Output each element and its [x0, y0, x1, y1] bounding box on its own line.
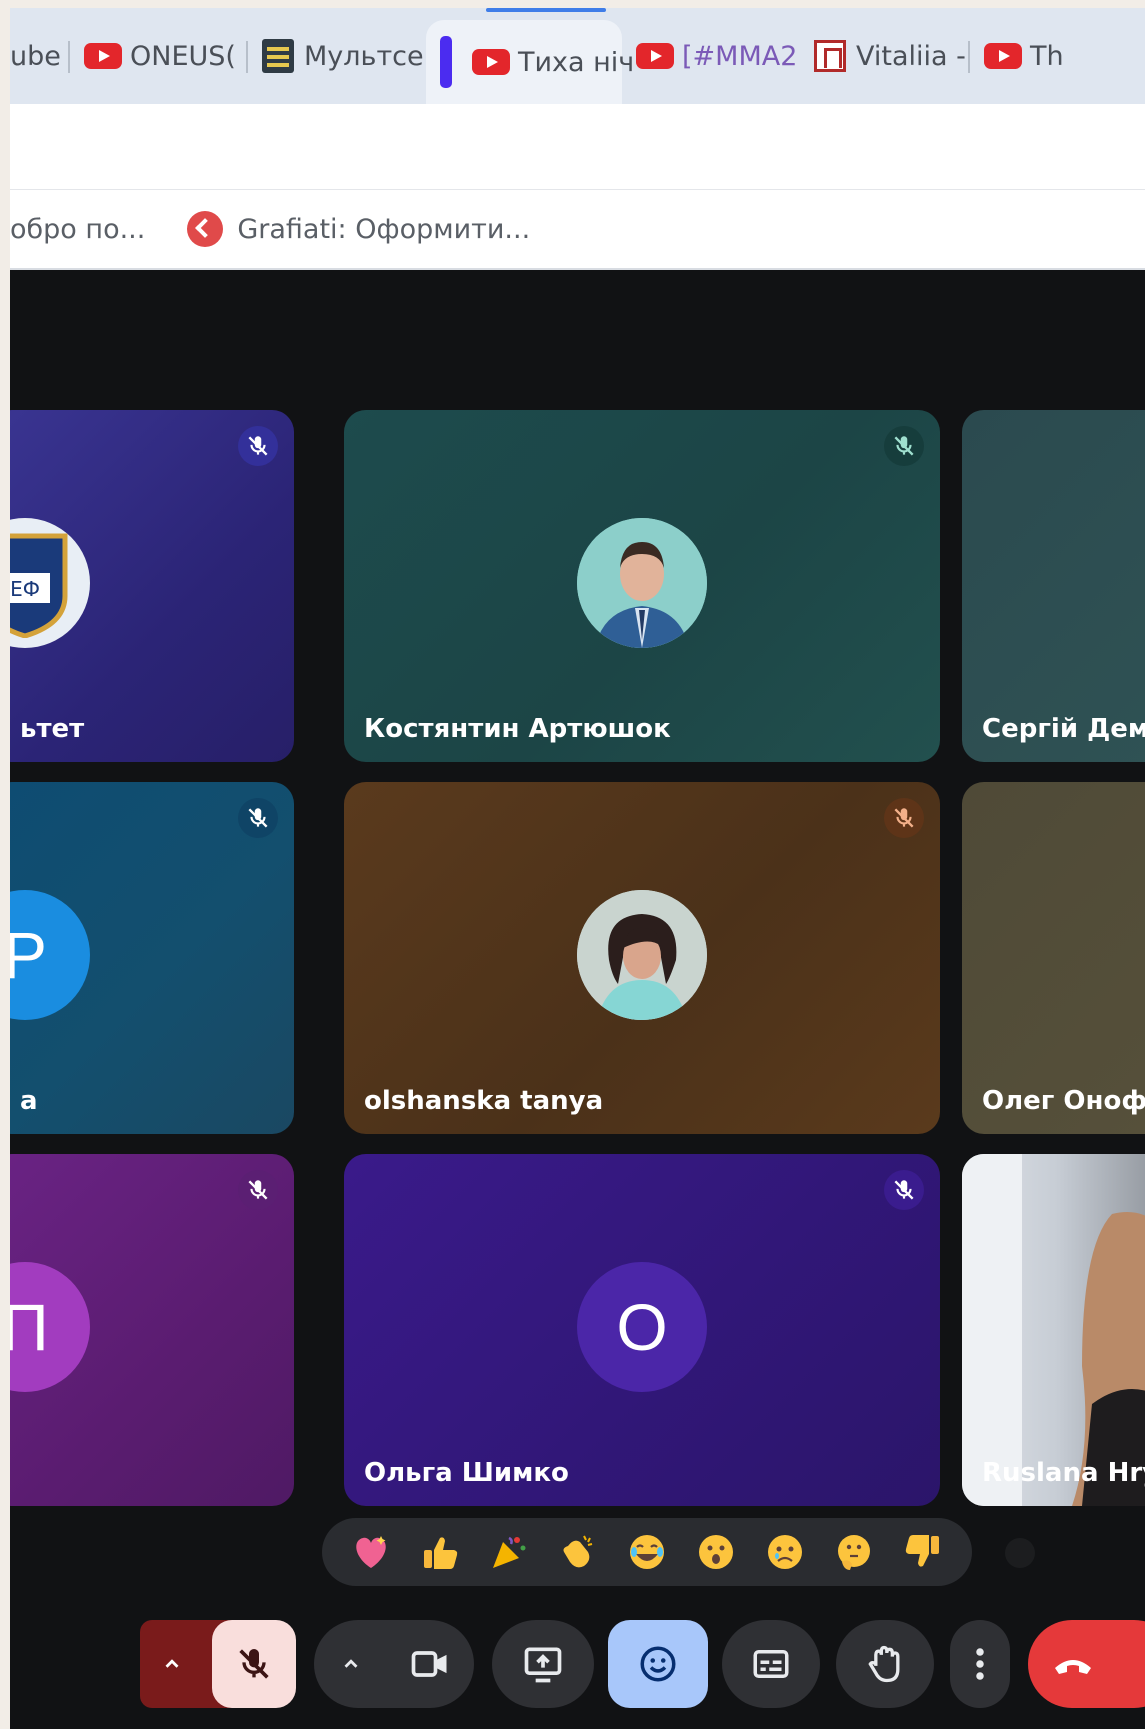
- bookmark-grafiati[interactable]: Grafiati: Оформити...: [145, 211, 530, 247]
- participant-tile[interactable]: Костянтин Артюшок: [344, 410, 940, 762]
- raise-hand-icon: [868, 1645, 900, 1683]
- mic-off-icon: [884, 1170, 924, 1210]
- thinking-face-icon[interactable]: [831, 1529, 877, 1575]
- youtube-icon: [472, 49, 510, 75]
- present-screen-icon: [524, 1647, 562, 1683]
- participant-name: Ruslana Hry: [982, 1458, 1145, 1488]
- participant-name: а: [20, 1086, 38, 1116]
- participant-tile[interactable]: П: [10, 1154, 294, 1506]
- address-bar-area[interactable]: [10, 104, 1145, 190]
- smiley-icon: [640, 1646, 676, 1682]
- participant-name: Олег Онофр: [982, 1086, 1145, 1116]
- tab-label: Vitaliia -: [856, 40, 966, 72]
- participant-tile[interactable]: Олег Онофр: [962, 782, 1145, 1134]
- more-vertical-icon: [976, 1648, 984, 1680]
- tab-label: Th: [1030, 40, 1064, 72]
- audio-options-chevron[interactable]: [140, 1620, 204, 1708]
- chevron-up-icon: [344, 1659, 358, 1668]
- bookmark-label: Grafiati: Оформити...: [237, 213, 531, 245]
- leave-call-button[interactable]: [1028, 1620, 1145, 1708]
- participant-letter-avatar: Р: [10, 890, 90, 1020]
- tab-youtube-partial[interactable]: ube: [10, 21, 70, 91]
- mic-off-icon: [239, 1649, 269, 1679]
- clapping-hands-icon[interactable]: [555, 1529, 601, 1575]
- youtube-icon: [84, 43, 122, 69]
- mic-off-icon: [238, 798, 278, 838]
- tab-group-indicator: [440, 36, 452, 88]
- doc-icon: [262, 39, 294, 73]
- microphone-toggle-button[interactable]: [212, 1620, 296, 1708]
- tab-tykha-nich[interactable]: Тиха ніч: [426, 8, 634, 104]
- captions-icon: [753, 1650, 789, 1678]
- participant-name: Ольга Шимко: [364, 1458, 569, 1488]
- tab-label: Мультсе: [304, 40, 424, 72]
- raise-hand-button[interactable]: [836, 1620, 934, 1708]
- grafiati-icon: [187, 211, 224, 247]
- tab-label: ube: [10, 40, 61, 72]
- sparkling-heart-icon[interactable]: [348, 1529, 394, 1575]
- participant-name: Сергій Дем: [982, 714, 1145, 744]
- more-options-button[interactable]: [950, 1620, 1010, 1708]
- tab-mma[interactable]: [#MMA2: [622, 21, 800, 91]
- hang-up-icon: [1055, 1660, 1091, 1674]
- camera-icon: [411, 1651, 447, 1677]
- tab-label: ONEUS(: [130, 40, 236, 72]
- avatar-letter: П: [10, 1290, 49, 1364]
- astonished-face-icon[interactable]: [693, 1529, 739, 1575]
- faculty-logo-avatar: ЕФ: [10, 518, 90, 648]
- bookmark-label: обро по...: [10, 213, 146, 245]
- bookmark-dobro[interactable]: обро по...: [10, 214, 145, 245]
- bookmarks-bar: обро по... Grafiati: Оформити...: [10, 190, 1145, 270]
- tab-th[interactable]: Th: [970, 21, 1064, 91]
- avatar-letter: О: [616, 1290, 668, 1364]
- youtube-icon: [984, 43, 1022, 69]
- mic-off-icon: [238, 1170, 278, 1210]
- mic-off-icon: [238, 426, 278, 466]
- party-popper-icon[interactable]: [486, 1529, 532, 1575]
- participant-tile-camera[interactable]: Ruslana Hry: [962, 1154, 1145, 1506]
- participant-tile[interactable]: Р а: [10, 782, 294, 1134]
- reactions-bar: [322, 1518, 972, 1586]
- screen: ube ONEUS( Мультсе Тиха ніч [#MMA2 Vital…: [10, 8, 1145, 1729]
- participant-tile[interactable]: olshanska tanya: [344, 782, 940, 1134]
- participant-tile[interactable]: О Ольга Шимко: [344, 1154, 940, 1506]
- thumbs-up-icon[interactable]: [417, 1529, 463, 1575]
- svg-text:ЕФ: ЕФ: [10, 577, 40, 601]
- participant-name: olshanska tanya: [364, 1086, 604, 1116]
- thumbs-down-icon[interactable]: [900, 1529, 946, 1575]
- participant-tile[interactable]: ЕФ ьтет: [10, 410, 294, 762]
- participant-name: Костянтин Артюшок: [364, 714, 671, 744]
- participant-tile[interactable]: Сергій Дем: [962, 410, 1145, 762]
- participant-letter-avatar: П: [10, 1262, 90, 1392]
- tab-label: Тиха ніч: [518, 46, 635, 78]
- tab-vitaliia[interactable]: Vitaliia -: [800, 21, 970, 91]
- participant-letter-avatar: О: [577, 1262, 707, 1392]
- reactions-button[interactable]: [608, 1620, 708, 1708]
- tab-multse[interactable]: Мультсе: [248, 21, 426, 91]
- mic-off-icon: [884, 798, 924, 838]
- mic-off-icon: [884, 426, 924, 466]
- youtube-icon: [636, 43, 674, 69]
- chevron-up-icon: [165, 1659, 179, 1668]
- avatar-letter: Р: [10, 918, 48, 992]
- vitaliia-icon: [814, 40, 846, 72]
- joy-face-icon[interactable]: [624, 1529, 670, 1575]
- participant-photo: [577, 890, 707, 1020]
- video-options-button[interactable]: [314, 1620, 474, 1708]
- captions-button[interactable]: [722, 1620, 820, 1708]
- present-screen-button[interactable]: [492, 1620, 594, 1708]
- participant-photo: [577, 518, 707, 648]
- browser-tabstrip: ube ONEUS( Мультсе Тиха ніч [#MMA2 Vital…: [10, 8, 1145, 104]
- reactions-more-indicator: [1005, 1538, 1035, 1568]
- tab-label: [#MMA2: [682, 40, 798, 72]
- participant-name: ьтет: [20, 714, 85, 744]
- sad-face-icon[interactable]: [762, 1529, 808, 1575]
- participant-video: [962, 1154, 1145, 1506]
- tab-oneus[interactable]: ONEUS(: [70, 21, 248, 91]
